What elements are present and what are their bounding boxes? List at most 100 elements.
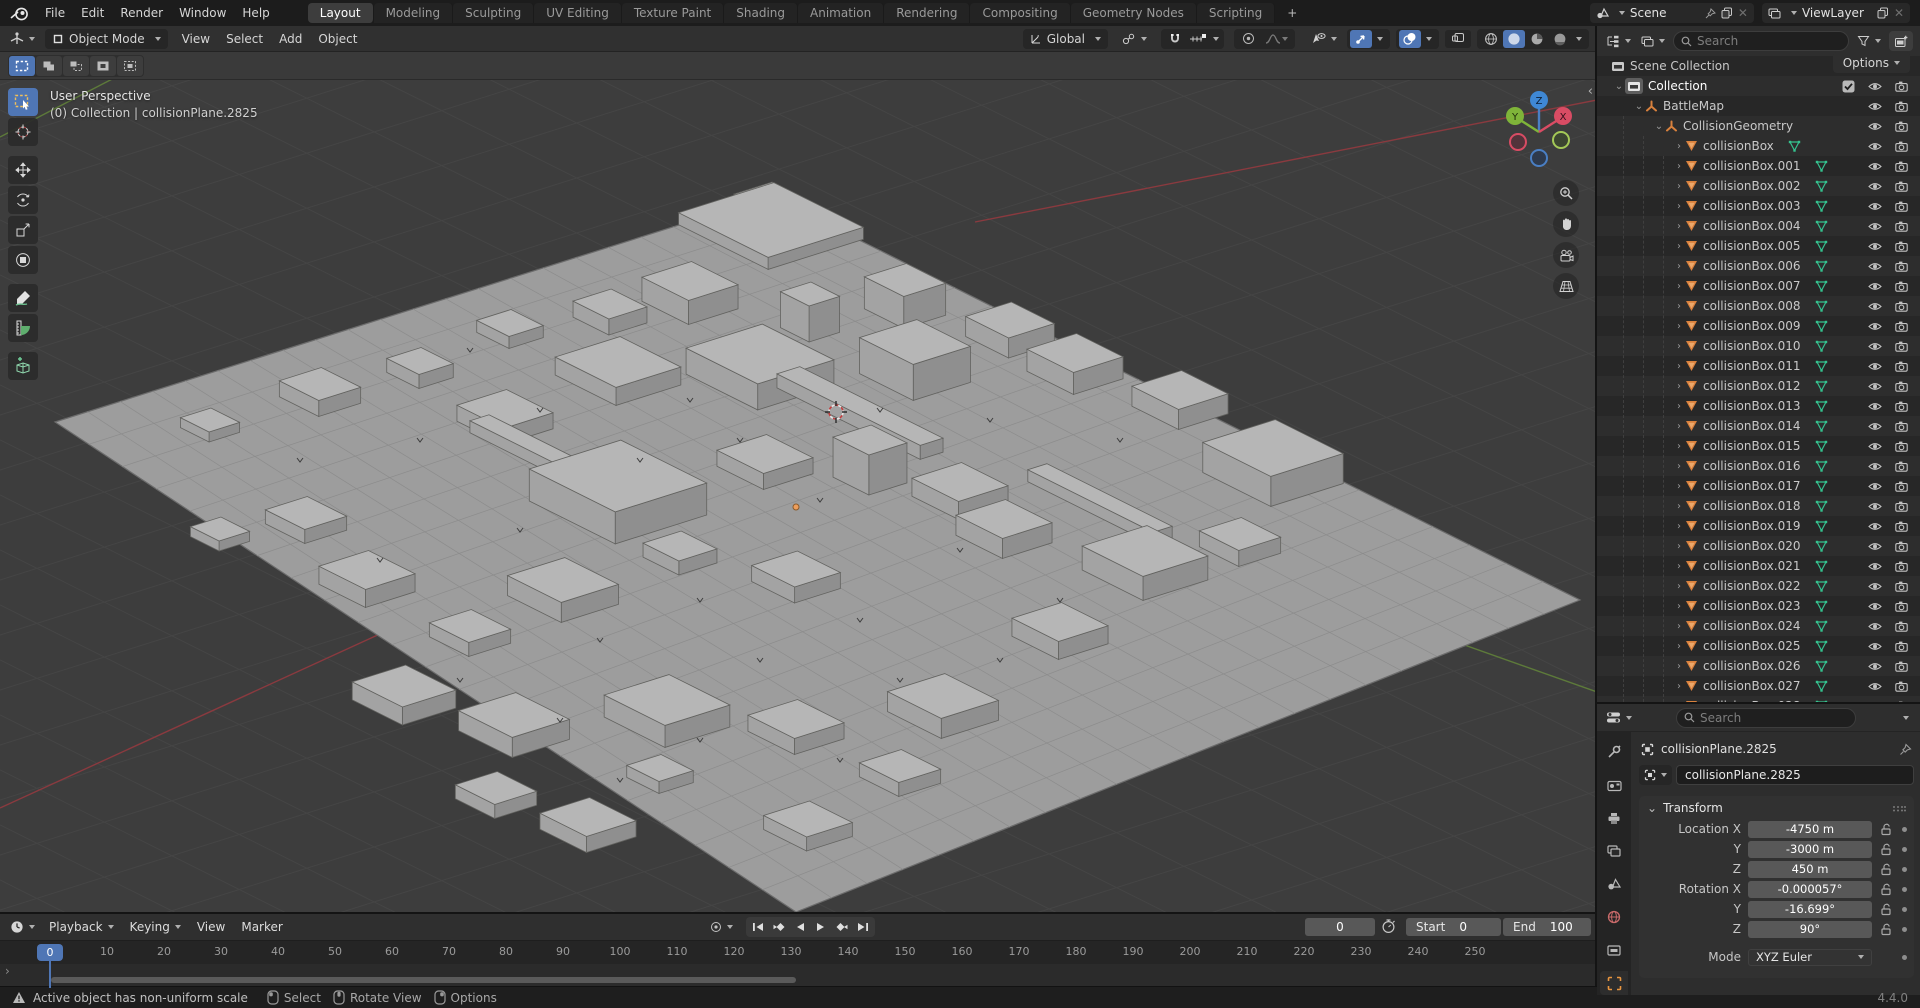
topbar-menu-item[interactable]: Edit	[73, 6, 112, 20]
select-intersect-button[interactable]	[117, 56, 143, 76]
properties-search-input[interactable]	[1700, 711, 1848, 725]
disable-render-camera-icon[interactable]	[1895, 501, 1908, 512]
viewport-menu-item[interactable]: Add	[271, 32, 310, 46]
hide-eye-icon[interactable]	[1868, 581, 1882, 592]
move-tool[interactable]	[8, 156, 38, 184]
animate-dot[interactable]	[1902, 867, 1907, 872]
hide-eye-icon[interactable]	[1868, 321, 1882, 332]
workspace-tab[interactable]: Scripting	[1197, 3, 1275, 23]
object-name-input[interactable]	[1676, 765, 1914, 785]
add-cube-tool[interactable]	[8, 352, 38, 380]
workspace-tab[interactable]: Modeling	[374, 3, 454, 23]
hide-eye-icon[interactable]	[1868, 281, 1882, 292]
expand-icon[interactable]: ›	[1673, 261, 1685, 272]
outliner-row-collisionbox[interactable]: › collisionBox.015	[1597, 436, 1920, 456]
add-workspace-button[interactable]: +	[1275, 3, 1309, 23]
tab-view-layer[interactable]	[1600, 839, 1628, 863]
disable-render-camera-icon[interactable]	[1895, 121, 1908, 132]
outliner-row-collisionbox[interactable]: › collisionBox.010	[1597, 336, 1920, 356]
expand-icon[interactable]: ›	[1673, 301, 1685, 312]
disable-render-camera-icon[interactable]	[1895, 641, 1908, 652]
disable-render-camera-icon[interactable]	[1895, 301, 1908, 312]
hide-eye-icon[interactable]	[1868, 501, 1882, 512]
timeline-editor-type-button[interactable]	[6, 917, 39, 937]
outliner-row-collisionbox[interactable]: › collisionBox.016	[1597, 456, 1920, 476]
collapse-icon[interactable]: ⌄	[1613, 81, 1625, 92]
outliner-search-input[interactable]	[1697, 34, 1841, 48]
hide-eye-icon[interactable]	[1868, 681, 1882, 692]
timeline-scrollbar[interactable]	[51, 977, 796, 983]
viewport-menu-item[interactable]: Object	[310, 32, 365, 46]
workspace-tab[interactable]: Texture Paint	[622, 3, 724, 23]
hide-eye-icon[interactable]	[1868, 261, 1882, 272]
outliner-row-collisionbox[interactable]: › collisionBox.020	[1597, 536, 1920, 556]
disable-render-camera-icon[interactable]	[1895, 101, 1908, 112]
outliner-row-battlemap[interactable]: ⌄ BattleMap	[1597, 96, 1920, 116]
hide-eye-icon[interactable]	[1868, 241, 1882, 252]
workspace-tab[interactable]: Sculpting	[453, 3, 534, 23]
expand-icon[interactable]: ›	[1673, 541, 1685, 552]
lock-icon[interactable]	[1880, 923, 1892, 936]
viewport-canvas[interactable]: User Perspective (0) Collection | collis…	[0, 80, 1595, 912]
tab-collection[interactable]	[1600, 938, 1628, 962]
outliner-row-collisionbox[interactable]: › collisionBox.006	[1597, 256, 1920, 276]
transform-value-field[interactable]: 90°	[1748, 921, 1872, 938]
start-frame-field[interactable]: Start0	[1406, 918, 1501, 936]
workspace-tab[interactable]: Animation	[798, 3, 884, 23]
proportional-falloff-dropdown[interactable]	[1260, 30, 1292, 48]
hide-eye-icon[interactable]	[1868, 481, 1882, 492]
animate-dot[interactable]	[1902, 927, 1907, 932]
expand-icon[interactable]: ›	[1673, 141, 1685, 152]
outliner-row-collisionbox[interactable]: › collisionBox.021	[1597, 556, 1920, 576]
hide-eye-icon[interactable]	[1868, 661, 1882, 672]
select-subtract-button[interactable]	[63, 56, 89, 76]
expand-icon[interactable]: ›	[1673, 621, 1685, 632]
expand-icon[interactable]: ›	[1673, 681, 1685, 692]
animate-dot[interactable]	[1902, 955, 1907, 960]
disable-render-camera-icon[interactable]	[1895, 701, 1908, 703]
expand-icon[interactable]: ›	[1673, 441, 1685, 452]
zoom-button[interactable]	[1553, 180, 1579, 206]
workspace-tab[interactable]: Compositing	[970, 3, 1070, 23]
play-button[interactable]	[811, 918, 831, 936]
disable-render-camera-icon[interactable]	[1895, 561, 1908, 572]
jump-to-start-button[interactable]	[748, 918, 768, 936]
hide-eye-icon[interactable]	[1868, 161, 1882, 172]
disable-render-camera-icon[interactable]	[1895, 221, 1908, 232]
transform-value-field[interactable]: -0.000057°	[1748, 881, 1872, 898]
expand-icon[interactable]: ›	[1673, 601, 1685, 612]
editor-type-button[interactable]	[6, 29, 39, 49]
timeline-ruler[interactable]: 0102030405060708090100110120130140150160…	[0, 940, 1595, 964]
hide-eye-icon[interactable]	[1868, 81, 1882, 92]
proportional-edit-toggle[interactable]	[1237, 30, 1259, 48]
expand-icon[interactable]: ›	[1673, 281, 1685, 292]
expand-icon[interactable]: ›	[1673, 361, 1685, 372]
expand-icon[interactable]: ›	[1673, 221, 1685, 232]
expand-icon[interactable]: ›	[1673, 161, 1685, 172]
hide-eye-icon[interactable]	[1868, 561, 1882, 572]
disable-render-camera-icon[interactable]	[1895, 621, 1908, 632]
disable-render-camera-icon[interactable]	[1895, 461, 1908, 472]
expand-icon[interactable]: ›	[1673, 701, 1685, 703]
collapse-icon[interactable]: ⌄	[1653, 121, 1665, 132]
topbar-menu-item[interactable]: File	[37, 6, 73, 20]
outliner-row-collisionbox[interactable]: › collisionBox.028	[1597, 696, 1920, 702]
hide-eye-icon[interactable]	[1868, 641, 1882, 652]
disable-render-camera-icon[interactable]	[1895, 81, 1908, 92]
timeline-expand-icon[interactable]: ›	[5, 964, 10, 978]
pin-icon[interactable]	[1899, 743, 1912, 756]
disable-render-camera-icon[interactable]	[1895, 261, 1908, 272]
new-scene-icon[interactable]	[1721, 7, 1733, 19]
lock-icon[interactable]	[1880, 903, 1892, 916]
hide-eye-icon[interactable]	[1868, 701, 1882, 703]
snap-toggle[interactable]	[1164, 30, 1186, 48]
auto-keyframe-icon[interactable]	[1381, 918, 1396, 934]
transform-tool[interactable]	[8, 246, 38, 274]
transform-value-field[interactable]: -3000 m	[1748, 841, 1872, 858]
outliner-row-collisionbox[interactable]: › collisionBox.002	[1597, 176, 1920, 196]
outliner-row-collisionbox[interactable]: › collisionBox.025	[1597, 636, 1920, 656]
hide-eye-icon[interactable]	[1868, 421, 1882, 432]
region-collapse-icon[interactable]: ‹	[1588, 84, 1593, 99]
expand-icon[interactable]: ›	[1673, 321, 1685, 332]
cursor-tool[interactable]	[8, 118, 38, 146]
